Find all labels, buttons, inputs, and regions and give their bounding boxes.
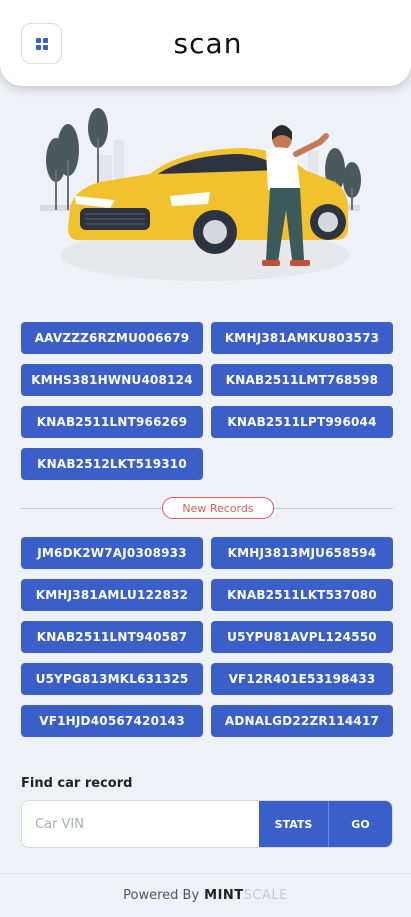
vin-record-button[interactable]: KMHS381HWNU408124 xyxy=(21,364,203,396)
hero-car-illustration xyxy=(40,108,361,281)
find-car-record-label: Find car record xyxy=(21,776,133,791)
app-header: scan xyxy=(0,0,411,86)
vin-records-grid: AAVZZZ6RZMU006679 KMHJ381AMKU803573 KMHS38… xyxy=(21,322,393,480)
logo-scan-frame-icon xyxy=(182,30,242,60)
menu-button[interactable] xyxy=(21,23,62,64)
vin-record-button[interactable]: VF1HJD40567420143 xyxy=(21,705,203,737)
vin-record-button[interactable]: KNAB2511LKT537080 xyxy=(211,579,393,611)
stats-button[interactable]: STATS xyxy=(259,801,328,847)
vin-record-button[interactable]: KNAB2512LKT519310 xyxy=(21,448,203,480)
vin-record-button[interactable]: KMHJ3813MJU658594 xyxy=(211,537,393,569)
vin-record-button[interactable]: KMHJ381AMKU803573 xyxy=(211,322,393,354)
new-records-grid: JM6DK2W7AJ0308933 KMHJ3813MJU658594 KMHJ38… xyxy=(21,537,393,737)
vin-record-button[interactable]: U5YPG813MKL631325 xyxy=(21,663,203,695)
vin-record-button[interactable]: KNAB2511LNT940587 xyxy=(21,621,203,653)
grid-icon xyxy=(35,37,48,50)
vin-record-button[interactable]: AAVZZZ6RZMU006679 xyxy=(21,322,203,354)
go-button[interactable]: GO xyxy=(328,801,392,847)
vin-record-button[interactable]: ADNALGD22ZR114417 xyxy=(211,705,393,737)
footer: Powered By MINT SCALE xyxy=(0,873,411,917)
vin-record-button[interactable]: KMHJ381AMLU122832 xyxy=(21,579,203,611)
powered-by-text: Powered By xyxy=(123,888,200,903)
new-records-divider: New Records xyxy=(21,497,393,519)
vin-record-button[interactable]: KNAB2511LNT966269 xyxy=(21,406,203,438)
vin-record-button[interactable]: KNAB2511LPT996044 xyxy=(211,406,393,438)
vin-record-button[interactable]: U5YPU81AVPL124550 xyxy=(211,621,393,653)
vin-record-button[interactable]: KNAB2511LMT768598 xyxy=(211,364,393,396)
car-vin-input[interactable] xyxy=(22,801,259,847)
vin-record-button[interactable]: VF12R401E53198433 xyxy=(211,663,393,695)
vin-record-button[interactable]: JM6DK2W7AJ0308933 xyxy=(21,537,203,569)
new-records-badge: New Records xyxy=(162,497,274,519)
search-bar: STATS GO xyxy=(21,800,393,848)
brand-name-mint: MINT xyxy=(204,888,244,903)
brand-name-scale: SCALE xyxy=(243,888,288,903)
